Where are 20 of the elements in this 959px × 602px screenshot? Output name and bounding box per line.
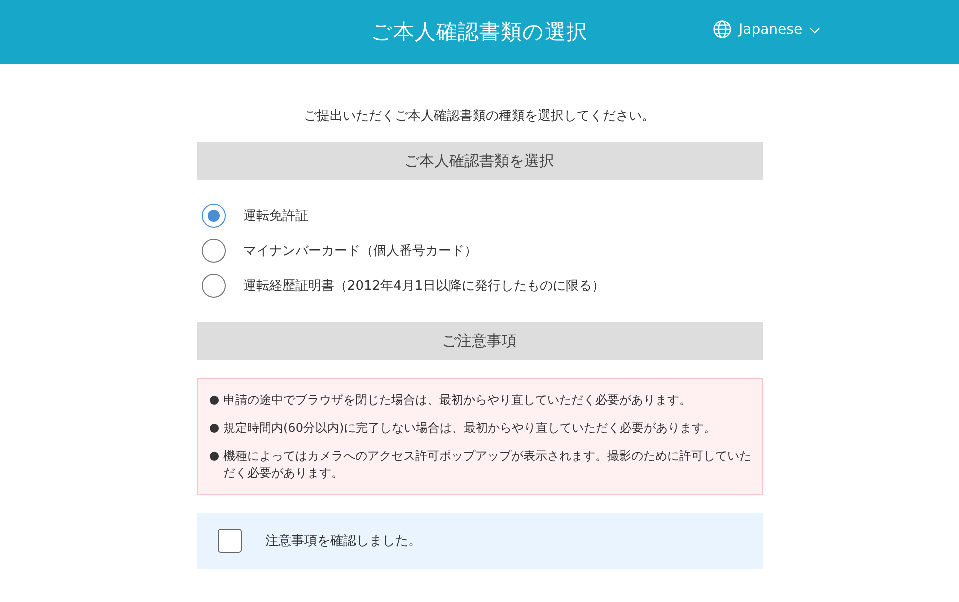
notice-text: 申請の途中でブラウザを閉じた場合は、最初からやり直していただく必要があります。 — [224, 392, 692, 409]
radio-button[interactable] — [202, 274, 226, 298]
document-option[interactable]: 運転免許証 — [202, 204, 762, 228]
chevron-down-icon — [810, 28, 820, 34]
notice-text: 機種によってはカメラへのアクセス許可ポップアップが表示されます。撮影のために許可していただく必要があります。 — [224, 448, 752, 482]
checkbox-label[interactable]: 注意事項を確認しました。 — [266, 532, 422, 550]
bullet-icon — [210, 424, 218, 433]
notice-text: 規定時間内(60分以内)に完了しない場合は、最初からやり直していただく必要があります。 — [224, 420, 716, 437]
document-option[interactable]: 運転経歴証明書（2012年4月1日以降に発行したものに限る） — [202, 274, 762, 298]
document-option[interactable]: マイナンバーカード（個人番号カード） — [202, 239, 762, 263]
bullet-icon — [210, 396, 218, 405]
page-title: ご本人確認書類の選択 — [371, 19, 588, 46]
section-heading: ご注意事項 — [196, 322, 762, 360]
radio-button[interactable] — [202, 239, 226, 263]
section-heading: ご本人確認書類を選択 — [196, 142, 762, 180]
checkbox[interactable] — [218, 529, 242, 553]
instruction-text: ご提出いただくご本人確認書類の種類を選択してください。 — [303, 108, 656, 126]
globe-icon — [713, 20, 732, 39]
radio-button[interactable] — [202, 204, 226, 228]
bullet-icon — [210, 452, 218, 461]
